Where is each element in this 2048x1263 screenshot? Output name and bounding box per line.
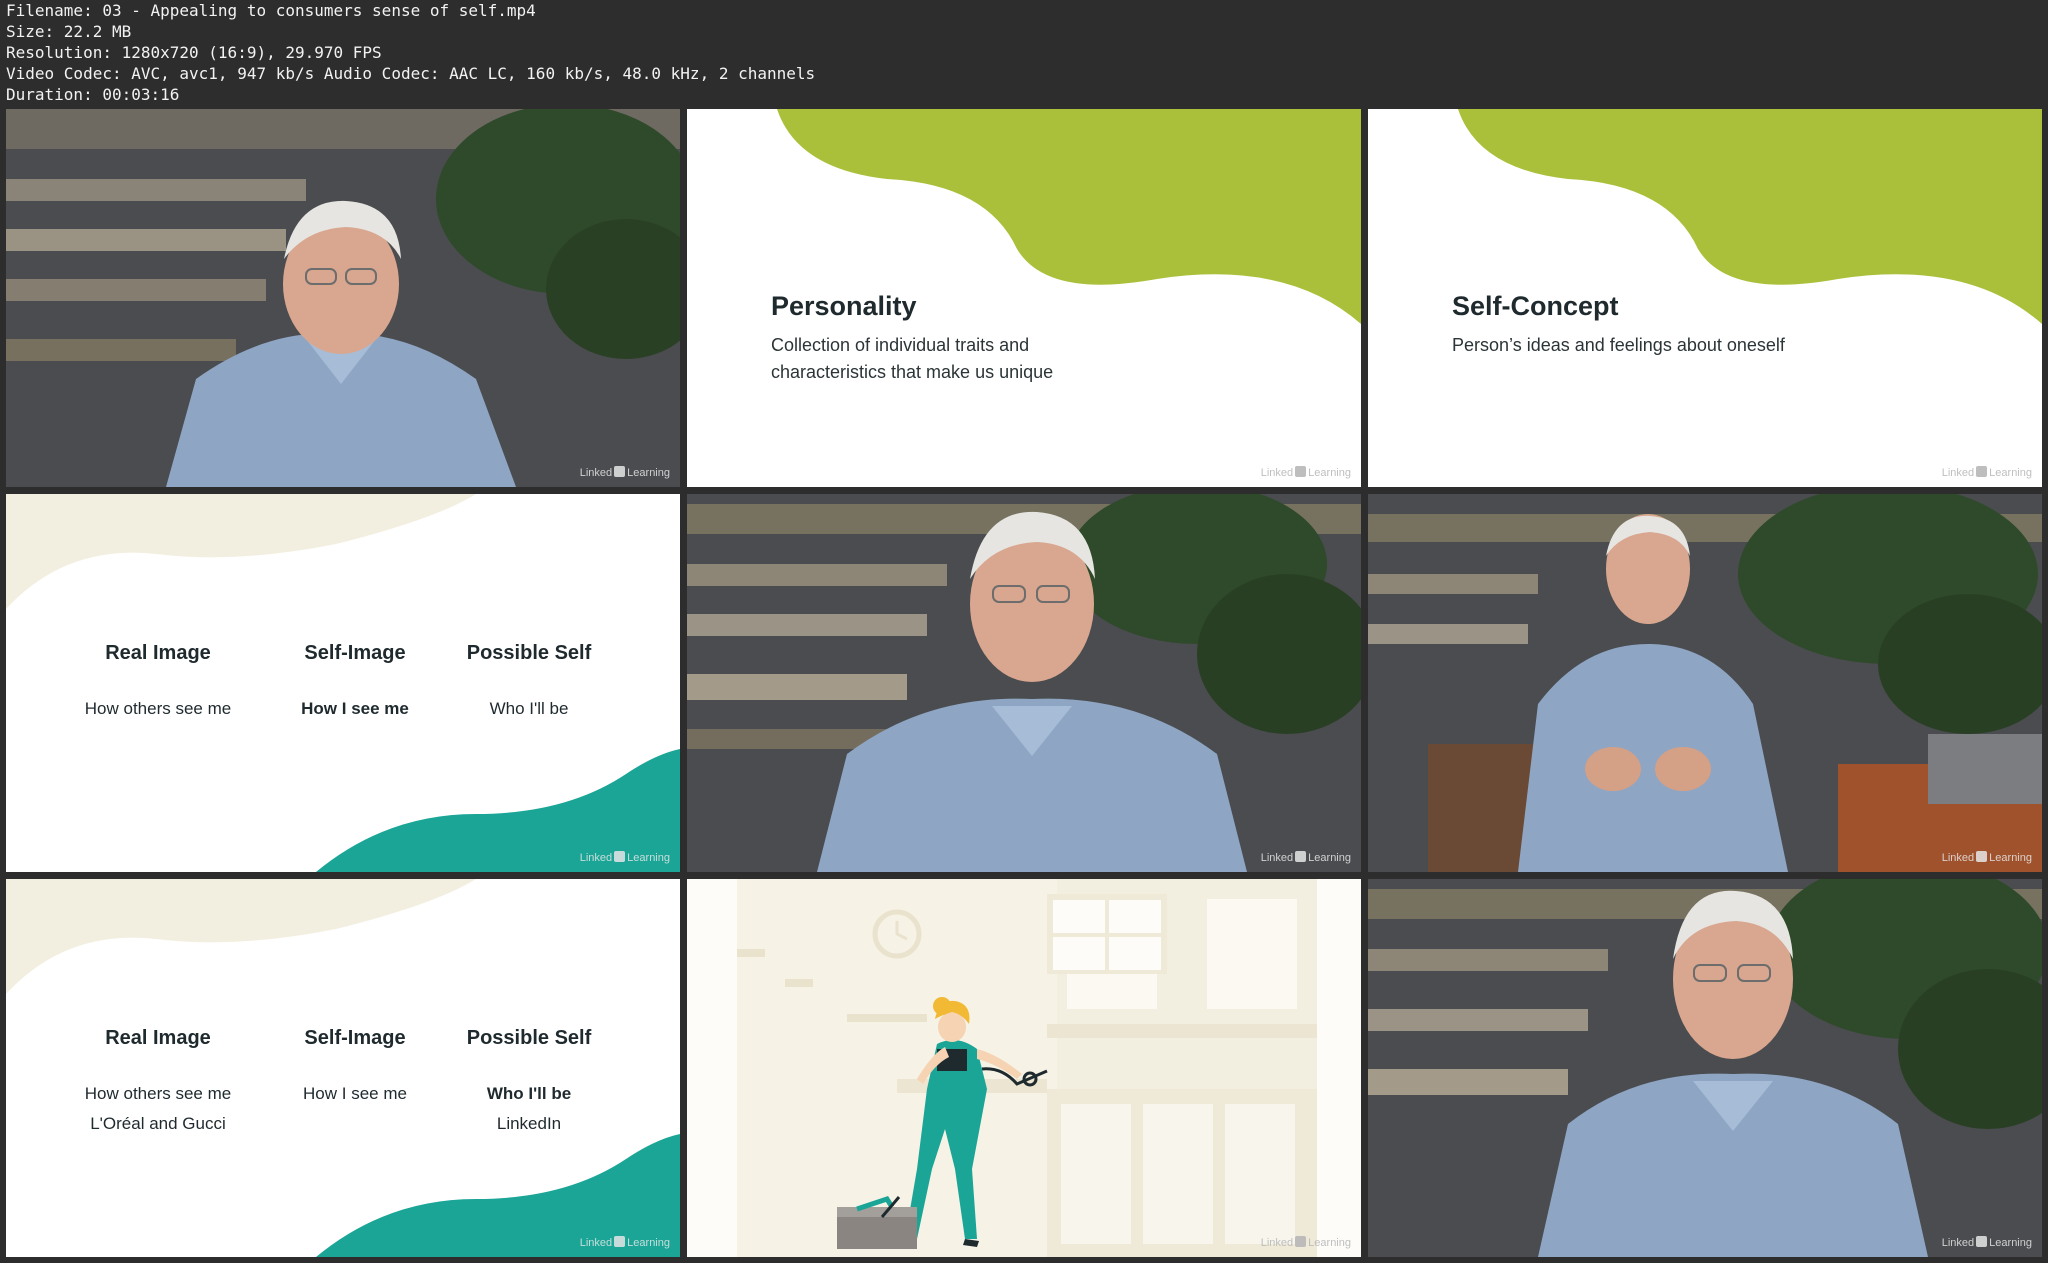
column-real-image: Real Image How others see me L'Oréal and… xyxy=(63,1027,253,1139)
thumbnail-slide-self-images-b: Real Image How others see me L'Oréal and… xyxy=(6,879,680,1257)
thumbnail-presenter-3: Linked Learning xyxy=(1368,494,2042,872)
linkedin-learning-watermark: Linked Learning xyxy=(1941,466,2032,479)
thumbnail-slide-personality: Personality Collection of individual tra… xyxy=(687,109,1361,487)
column-self-image: Self-Image How I see me xyxy=(260,1027,450,1109)
codec-text: Video Codec: AVC, avc1, 947 kb/s Audio C… xyxy=(6,64,816,83)
thumbnail-illustration-worker: Linked Learning xyxy=(687,879,1361,1257)
thumbnail-slide-self-images-a: Real Image How others see me Self-Image … xyxy=(6,494,680,872)
size-text: Size: 22.2 MB xyxy=(6,22,132,41)
slide-title: Self-Concept xyxy=(1452,291,1619,321)
thumbnail-presenter-1: Linked Learning xyxy=(6,109,680,487)
slide-subtitle-line-2: characteristics that make us unique xyxy=(771,362,1054,382)
column-heading: Possible Self xyxy=(466,642,592,664)
duration-text: Duration: 00:03:16 xyxy=(6,85,180,104)
column-possible-self: Possible Self Who I'll be xyxy=(434,642,624,724)
slide-subtitle-line-1: Person’s ideas and feelings about onesel… xyxy=(1452,335,1785,355)
linkedin-learning-watermark: Linked Learning xyxy=(1941,851,2032,864)
column-line-1: How I see me xyxy=(303,1084,407,1103)
linkedin-learning-watermark: Linked Learning xyxy=(579,851,670,864)
file-info-header: Filename: 03 - Appealing to consumers se… xyxy=(0,0,2048,106)
column-heading: Possible Self xyxy=(466,1027,592,1049)
linkedin-learning-watermark: Linked Learning xyxy=(579,1236,670,1249)
column-line-1: How I see me xyxy=(301,699,409,718)
column-line-1: How others see me xyxy=(84,1084,232,1103)
column-line-1: Who I'll be xyxy=(486,1084,572,1103)
column-heading: Self-Image xyxy=(304,642,406,664)
presenter-frame-image xyxy=(1368,494,2042,872)
column-line-1: How others see me xyxy=(84,699,232,718)
column-self-image: Self-Image How I see me xyxy=(260,642,450,724)
column-heading: Real Image xyxy=(105,642,211,664)
resolution-text: Resolution: 1280x720 (16:9), 29.970 FPS xyxy=(6,43,382,62)
thumbnail-presenter-2: Linked Learning xyxy=(687,494,1361,872)
presenter-frame-image xyxy=(6,109,680,487)
thumbnail-presenter-4: Linked Learning xyxy=(1368,879,2042,1257)
linkedin-learning-watermark: Linked Learning xyxy=(579,466,670,479)
filename-text: Filename: 03 - Appealing to consumers se… xyxy=(6,1,536,20)
column-line-2: L'Oréal and Gucci xyxy=(90,1114,226,1133)
column-possible-self: Possible Self Who I'll be LinkedIn xyxy=(434,1027,624,1139)
column-real-image: Real Image How others see me xyxy=(63,642,253,724)
linkedin-learning-watermark: Linked Learning xyxy=(1260,1236,1351,1249)
linkedin-learning-watermark: Linked Learning xyxy=(1260,851,1351,864)
column-heading: Self-Image xyxy=(304,1027,406,1049)
linkedin-learning-watermark: Linked Learning xyxy=(1941,1236,2032,1249)
slide-subtitle-line-1: Collection of individual traits and xyxy=(771,335,1030,355)
linkedin-learning-watermark: Linked Learning xyxy=(1260,466,1351,479)
slide-title: Personality xyxy=(771,291,917,321)
column-heading: Real Image xyxy=(105,1027,211,1049)
worker-illustration xyxy=(687,879,1361,1257)
column-line-1: Who I'll be xyxy=(489,699,569,718)
presenter-frame-image xyxy=(1368,879,2042,1257)
column-line-2: LinkedIn xyxy=(496,1114,562,1133)
thumbnail-slide-self-concept: Self-Concept Person’s ideas and feelings… xyxy=(1368,109,2042,487)
presenter-frame-image xyxy=(687,494,1361,872)
